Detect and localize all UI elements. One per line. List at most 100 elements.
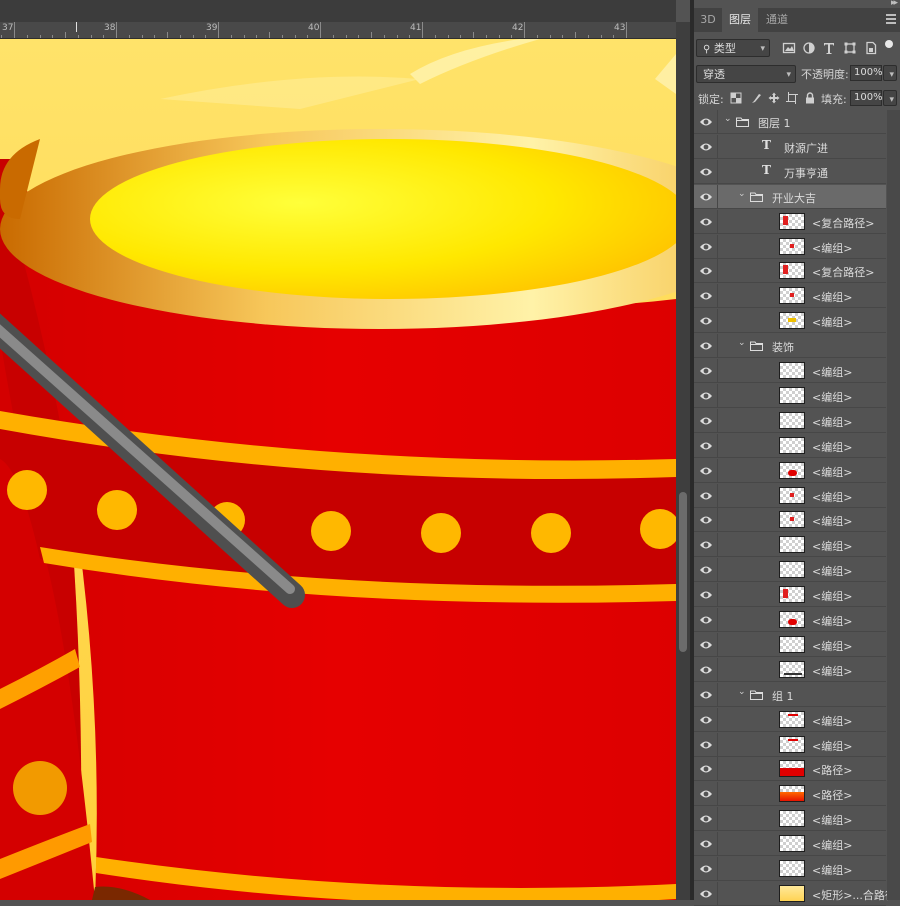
visibility-cell[interactable] (694, 359, 718, 383)
eye-icon[interactable] (699, 290, 713, 302)
eye-icon[interactable] (699, 141, 713, 153)
layer-row[interactable]: <编组> (694, 533, 886, 558)
layer-row[interactable]: <编组> (694, 608, 886, 632)
visibility-cell[interactable] (694, 458, 718, 483)
eye-icon[interactable] (699, 888, 713, 900)
shape-filter-icon[interactable] (843, 41, 857, 55)
chevron-down-icon[interactable]: ⌄ (738, 687, 746, 697)
chevron-down-icon[interactable]: ⌄ (738, 338, 746, 348)
eye-icon[interactable] (699, 315, 713, 327)
visibility-cell[interactable] (694, 558, 718, 583)
visibility-cell[interactable] (694, 259, 718, 284)
eye-icon[interactable] (699, 813, 713, 825)
visibility-cell[interactable] (694, 757, 718, 782)
filter-toggle-icon[interactable] (885, 40, 893, 48)
visibility-cell[interactable] (694, 334, 718, 359)
opacity-dropdown[interactable]: ▾ (883, 65, 897, 81)
layer-row[interactable]: <编组> (694, 508, 886, 533)
eye-icon[interactable] (699, 340, 713, 352)
visibility-cell[interactable] (694, 682, 718, 707)
eye-icon[interactable] (699, 539, 713, 551)
text-layer-row[interactable]: T 万事亨通 (694, 159, 886, 184)
layer-row[interactable]: <编组> (694, 832, 886, 857)
eye-icon[interactable] (699, 614, 713, 626)
eye-icon[interactable] (699, 739, 713, 751)
layer-group-row[interactable]: ⌄ 装饰 (694, 334, 886, 359)
visibility-cell[interactable] (694, 284, 718, 309)
image-filter-icon[interactable] (782, 41, 796, 55)
tab-layers[interactable]: 图层 (722, 8, 758, 32)
eye-icon[interactable] (699, 863, 713, 875)
eye-icon[interactable] (699, 390, 713, 402)
eye-icon[interactable] (699, 365, 713, 377)
visibility-cell[interactable] (694, 483, 718, 508)
eye-icon[interactable] (699, 788, 713, 800)
type-filter-icon[interactable] (822, 41, 836, 55)
eye-icon[interactable] (699, 714, 713, 726)
layer-row[interactable]: <编组> (694, 284, 886, 309)
scrollbar-thumb[interactable] (679, 492, 687, 652)
layer-row[interactable]: <路径> (694, 782, 886, 807)
lock-image-pixels-icon[interactable] (750, 92, 762, 104)
eye-icon[interactable] (699, 664, 713, 676)
layer-row[interactable]: <编组> (694, 408, 886, 433)
eye-icon[interactable] (699, 763, 713, 775)
visibility-cell[interactable] (694, 807, 718, 832)
eye-icon[interactable] (699, 689, 713, 701)
layer-row[interactable]: <编组> (694, 632, 886, 657)
layer-group-row[interactable]: ⌄ 图层 1 (694, 110, 886, 134)
eye-icon[interactable] (699, 838, 713, 850)
visibility-cell[interactable] (694, 159, 718, 184)
visibility-cell[interactable] (694, 732, 718, 757)
layer-row[interactable]: <路径> (694, 757, 886, 782)
eye-icon[interactable] (699, 241, 713, 253)
visibility-cell[interactable] (694, 632, 718, 657)
eye-icon[interactable] (699, 440, 713, 452)
eye-icon[interactable] (699, 415, 713, 427)
eye-icon[interactable] (699, 265, 713, 277)
visibility-cell[interactable] (694, 234, 718, 259)
fill-dropdown[interactable]: ▾ (883, 90, 897, 106)
eye-icon[interactable] (699, 490, 713, 502)
lock-artboard-icon[interactable] (786, 92, 798, 104)
chevron-down-icon[interactable]: ⌄ (738, 189, 746, 199)
layer-row[interactable]: <编组> (694, 558, 886, 583)
panel-menu-icon[interactable] (886, 14, 896, 24)
lock-position-icon[interactable] (768, 92, 780, 104)
smart-object-filter-icon[interactable] (864, 41, 878, 55)
blend-mode-select[interactable]: 穿透 ▾ (696, 65, 796, 83)
visibility-cell[interactable] (694, 657, 718, 682)
layer-group-row[interactable]: ⌄ 组 1 (694, 682, 886, 707)
eye-icon[interactable] (699, 116, 713, 128)
collapse-panels-icon[interactable]: ▸▸ (891, 0, 898, 8)
layer-row[interactable]: <编组> (694, 583, 886, 608)
layer-list-scrollbar[interactable] (887, 110, 900, 900)
visibility-cell[interactable] (694, 608, 718, 632)
opacity-input[interactable]: 100% (850, 65, 883, 81)
layer-row[interactable]: <编组> (694, 707, 886, 732)
layer-row[interactable]: <编组> (694, 433, 886, 458)
visibility-cell[interactable] (694, 508, 718, 533)
canvas-vertical-scrollbar[interactable] (676, 22, 690, 900)
tab-channels[interactable]: 通道 (758, 8, 796, 32)
visibility-cell[interactable] (694, 433, 718, 458)
chevron-down-icon[interactable]: ⌄ (724, 114, 732, 124)
visibility-cell[interactable] (694, 782, 718, 807)
adjustment-filter-icon[interactable] (802, 41, 816, 55)
eye-icon[interactable] (699, 639, 713, 651)
visibility-cell[interactable] (694, 707, 718, 732)
visibility-cell[interactable] (694, 583, 718, 608)
layer-row[interactable]: <编组> (694, 458, 886, 483)
eye-icon[interactable] (699, 465, 713, 477)
eye-icon[interactable] (699, 216, 713, 228)
visibility-cell[interactable] (694, 533, 718, 558)
visibility-cell[interactable] (694, 309, 718, 334)
visibility-cell[interactable] (694, 881, 718, 906)
document-canvas[interactable] (0, 39, 676, 900)
layer-row[interactable]: <编组> (694, 732, 886, 757)
layer-row[interactable]: <编组> (694, 383, 886, 408)
visibility-cell[interactable] (694, 857, 718, 881)
layer-row[interactable]: <矩形>...合路径> (694, 881, 900, 906)
visibility-cell[interactable] (694, 134, 718, 159)
eye-icon[interactable] (699, 564, 713, 576)
